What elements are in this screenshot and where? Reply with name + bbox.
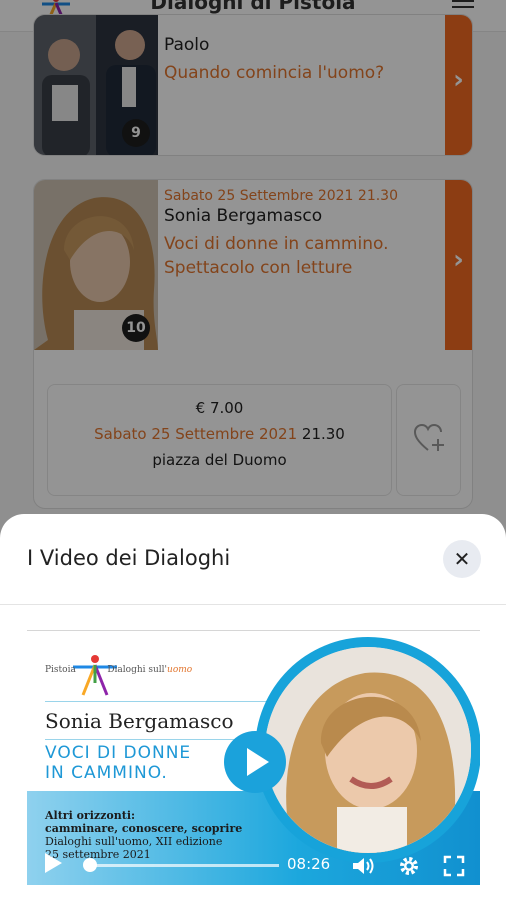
gear-icon[interactable] bbox=[398, 855, 420, 877]
video-player[interactable]: Pistoia Dialoghi sull'uomo Sonia Bergama… bbox=[27, 630, 480, 885]
dialoghi-logo-icon bbox=[73, 655, 117, 696]
sheet-divider bbox=[0, 604, 506, 605]
video-play-button[interactable] bbox=[224, 731, 286, 793]
close-icon: ✕ bbox=[453, 547, 471, 571]
close-button[interactable]: ✕ bbox=[443, 540, 481, 578]
video-duration: 08:26 bbox=[287, 855, 331, 873]
sheet-title: I Video dei Dialoghi bbox=[27, 546, 231, 570]
video-speaker-photo bbox=[265, 647, 471, 853]
progress-handle[interactable] bbox=[83, 858, 97, 872]
play-control-icon[interactable] bbox=[45, 853, 62, 873]
video-sheet: I Video dei Dialoghi ✕ Pistoia Dialoghi … bbox=[0, 514, 506, 900]
video-title: VOCI DI DONNE IN CAMMINO. bbox=[45, 743, 192, 783]
fullscreen-icon[interactable] bbox=[443, 855, 465, 877]
progress-track[interactable] bbox=[87, 864, 279, 867]
play-icon bbox=[247, 748, 269, 776]
video-rule bbox=[45, 701, 275, 702]
volume-icon[interactable] bbox=[351, 855, 377, 877]
video-controls: 08:26 bbox=[27, 845, 480, 885]
video-logo-text: Pistoia Dialoghi sull'uomo bbox=[45, 665, 193, 675]
video-speaker: Sonia Bergamasco bbox=[45, 709, 234, 733]
video-logo: Pistoia Dialoghi sull'uomo bbox=[45, 653, 192, 697]
